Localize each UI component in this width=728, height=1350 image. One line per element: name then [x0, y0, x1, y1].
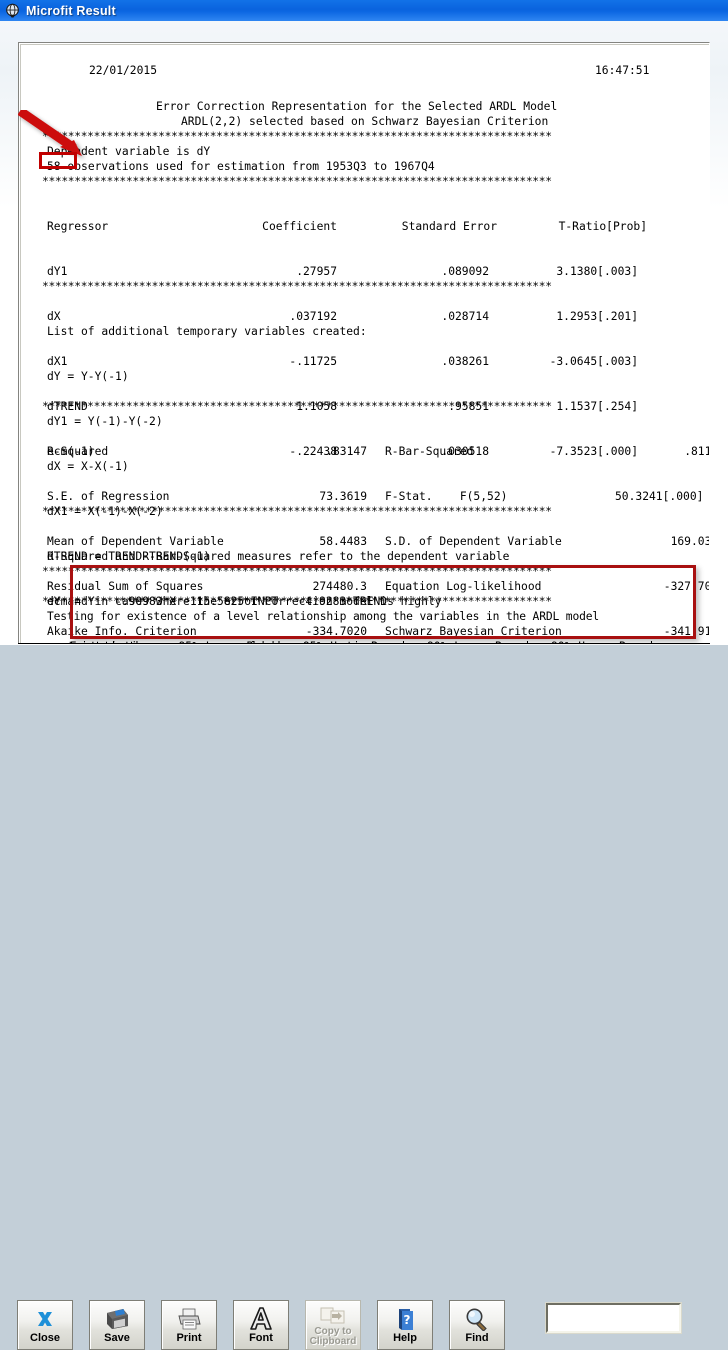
- cell-stderr: .089092: [441, 265, 489, 278]
- stat-value-right: -327.7020: [663, 580, 709, 593]
- window-title-bar: Microfit Result: [0, 0, 728, 21]
- report-separator-7: ****************************************…: [42, 595, 552, 608]
- help-button-label: Help: [393, 1332, 417, 1344]
- cell-coefficient: .27957: [296, 265, 337, 278]
- stat-row: R-Squared .83147 R-Bar-Squared .81165: [47, 444, 709, 459]
- temp-variables-title: List of additional temporary variables c…: [47, 325, 367, 338]
- stat-value-left: .83147: [326, 445, 367, 458]
- result-document-frame: 22/01/2015 16:47:51 Error Correction Rep…: [18, 42, 710, 644]
- window-title-text: Microfit Result: [26, 3, 116, 18]
- cell-regressor: dY1: [47, 265, 68, 278]
- stat-value-right: .81165: [684, 445, 709, 458]
- temp-variable-line: dY = Y-Y(-1): [47, 370, 129, 383]
- find-button[interactable]: Find: [449, 1300, 505, 1350]
- report-separator-3: ****************************************…: [42, 280, 552, 293]
- report-time-row: 16:47:51: [595, 63, 649, 78]
- floppy-disk-icon: [103, 1306, 131, 1332]
- table-row: dY1 .27957 .089092 3.1380[.003]: [47, 264, 647, 279]
- stat-label-right: R-Bar-Squared: [385, 445, 474, 458]
- report-separator-6: ****************************************…: [42, 565, 552, 578]
- stat-label-left: R-Squared: [47, 445, 109, 458]
- font-letter-a-icon: [247, 1306, 275, 1332]
- help-button[interactable]: ? Help: [377, 1300, 433, 1350]
- printer-icon: [175, 1306, 203, 1332]
- report-heading-2: ARDL(2,2) selected based on Schwarz Baye…: [181, 115, 549, 128]
- stat-value-right: 50.3241[.000]: [615, 490, 704, 503]
- cell-tratio: 1.2953[.201]: [556, 310, 638, 323]
- close-button-label: Close: [30, 1332, 60, 1344]
- th-regressor: Regressor: [47, 220, 109, 233]
- save-button[interactable]: Save: [89, 1300, 145, 1350]
- report-time: 16:47:51: [595, 64, 650, 77]
- stat-row: S.E. of Regression 73.3619 F-Stat. F(5,52)…: [47, 489, 709, 504]
- print-button[interactable]: Print: [161, 1300, 217, 1350]
- report-datetime-row: 22/01/2015: [89, 63, 157, 78]
- copy-to-clipboard-button[interactable]: Copy to Clipboard: [305, 1300, 361, 1350]
- report-date: 22/01/2015: [89, 64, 158, 77]
- bounds-test-table: F-statistic95% Lower Bound95% Upper Boun…: [47, 609, 664, 643]
- font-button-label: Font: [249, 1332, 273, 1344]
- report-separator-1: ****************************************…: [42, 130, 552, 143]
- stat-label-right: F-Stat. F(5,52): [385, 490, 508, 503]
- stat-value-left: 73.3619: [319, 490, 367, 503]
- report-heading-1: Error Correction Representation for the …: [156, 100, 558, 113]
- bottom-toolbar: Close Save Print Font Copy to Clipboard …: [0, 645, 728, 1350]
- report-separator-4: ****************************************…: [42, 400, 552, 413]
- help-book-icon: ?: [391, 1306, 419, 1332]
- globe-icon: [6, 3, 19, 18]
- font-button[interactable]: Font: [233, 1300, 289, 1350]
- cell-tratio: -3.0645[.003]: [549, 355, 638, 368]
- th-standard-error: Standard Error: [401, 220, 497, 233]
- find-input[interactable]: [548, 1305, 679, 1331]
- print-button-label: Print: [176, 1332, 202, 1344]
- note-line: R-Squared and R-Bar-Squared measures ref…: [47, 550, 510, 563]
- stat-value-right: 169.0372: [670, 535, 709, 548]
- result-document-inner: 22/01/2015 16:47:51 Error Correction Rep…: [20, 44, 709, 643]
- copy-button-label-line2: Clipboard: [309, 1336, 357, 1347]
- close-button[interactable]: Close: [17, 1300, 73, 1350]
- stat-label-left: S.E. of Regression: [47, 490, 170, 503]
- svg-text:?: ?: [404, 1313, 411, 1327]
- report-separator-5: ****************************************…: [42, 505, 552, 518]
- observations-count: 58: [47, 160, 61, 173]
- find-button-label: Find: [465, 1332, 489, 1344]
- report-dependent-variable: Dependent variable is dY: [47, 145, 211, 158]
- observations-text: observations used for estimation from 19…: [60, 160, 435, 173]
- regressor-table-header: Regressor Coefficient Standard Error T-Rati…: [47, 219, 647, 234]
- close-x-icon: [31, 1306, 59, 1332]
- th-tratio: T-Ratio[Prob]: [558, 220, 647, 233]
- th-coefficient: Coefficient: [262, 220, 337, 233]
- copy-button-label-line1: Copy to: [314, 1326, 352, 1337]
- report-observations-row: 58 observations used for estimation from…: [47, 159, 435, 174]
- report-separator-2: ****************************************…: [42, 175, 552, 188]
- document-bottom-border: [18, 643, 710, 644]
- find-input-wrapper[interactable]: [545, 1302, 682, 1334]
- save-button-label: Save: [104, 1332, 130, 1344]
- copy-clipboard-icon: [319, 1306, 347, 1326]
- magnifier-search-icon: [463, 1306, 491, 1332]
- cell-tratio: 3.1380[.003]: [556, 265, 638, 278]
